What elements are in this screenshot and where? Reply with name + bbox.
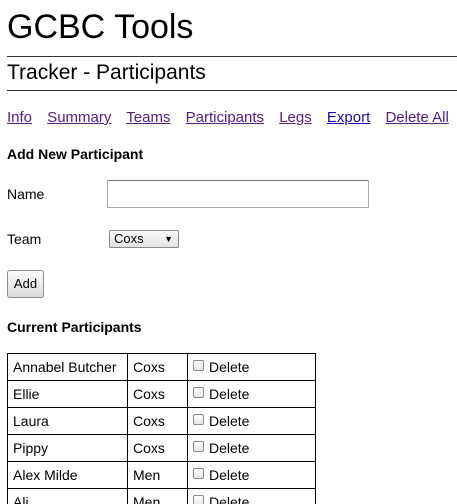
app-title: GCBC Tools — [7, 8, 194, 46]
add-participant-heading: Add New Participant — [7, 146, 144, 162]
delete-checkbox[interactable] — [193, 495, 204, 504]
participant-name: Pippy — [7, 434, 128, 462]
delete-checkbox[interactable] — [193, 414, 204, 425]
page-title: Tracker - Participants — [7, 61, 206, 84]
subtitle-divider — [7, 90, 457, 91]
delete-label: Delete — [209, 494, 250, 504]
nav-link-info[interactable]: Info — [7, 109, 32, 126]
team-select[interactable]: Coxs ▼ — [109, 230, 179, 248]
delete-checkbox[interactable] — [193, 360, 204, 371]
participant-name: Laura — [7, 407, 128, 435]
participant-name: Ellie — [7, 380, 128, 408]
team-label: Team — [7, 231, 42, 247]
add-button[interactable]: Add — [7, 270, 44, 298]
delete-label: Delete — [209, 467, 250, 483]
dropdown-arrow-icon: ▼ — [164, 234, 173, 244]
table-row: Alex Milde Men Delete — [7, 461, 316, 489]
delete-checkbox[interactable] — [193, 387, 204, 398]
participant-team: Coxs — [127, 353, 188, 381]
delete-cell: Delete — [187, 434, 316, 462]
nav-link-legs[interactable]: Legs — [279, 109, 312, 126]
participant-team: Coxs — [127, 407, 188, 435]
nav-link-participants[interactable]: Participants — [186, 109, 264, 126]
delete-label: Delete — [209, 413, 250, 429]
delete-cell: Delete — [187, 461, 316, 489]
table-row: Annabel Butcher Coxs Delete — [7, 353, 316, 381]
nav-link-export[interactable]: Export — [327, 109, 370, 126]
table-row: Ellie Coxs Delete — [7, 380, 316, 408]
delete-cell: Delete — [187, 407, 316, 435]
team-select-value: Coxs — [114, 231, 144, 246]
participant-team: Men — [127, 488, 188, 504]
nav-bar: Info Summary Teams Participants Legs Exp… — [7, 109, 457, 127]
current-participants-heading: Current Participants — [7, 319, 142, 335]
delete-checkbox[interactable] — [193, 468, 204, 479]
nav-link-summary[interactable]: Summary — [47, 109, 111, 126]
participant-team: Coxs — [127, 380, 188, 408]
delete-checkbox[interactable] — [193, 441, 204, 452]
participant-name: Annabel Butcher — [7, 353, 128, 381]
participant-name: Alex Milde — [7, 461, 128, 489]
delete-cell: Delete — [187, 380, 316, 408]
delete-cell: Delete — [187, 488, 316, 504]
table-row: Ali Men Delete — [7, 488, 316, 504]
participant-team: Coxs — [127, 434, 188, 462]
name-label: Name — [7, 186, 45, 202]
nav-link-teams[interactable]: Teams — [126, 109, 170, 126]
participant-name: Ali — [7, 488, 128, 504]
table-row: Pippy Coxs Delete — [7, 434, 316, 462]
participants-table: Annabel Butcher Coxs Delete Ellie Coxs D… — [7, 353, 316, 504]
page: GCBC Tools Tracker - Participants Info S… — [0, 0, 457, 504]
participant-team: Men — [127, 461, 188, 489]
delete-label: Delete — [209, 386, 250, 402]
name-input[interactable] — [107, 180, 369, 208]
delete-label: Delete — [209, 440, 250, 456]
nav-link-delete-all[interactable]: Delete All — [385, 109, 448, 126]
table-row: Laura Coxs Delete — [7, 407, 316, 435]
delete-label: Delete — [209, 359, 250, 375]
delete-cell: Delete — [187, 353, 316, 381]
title-divider — [7, 56, 457, 57]
